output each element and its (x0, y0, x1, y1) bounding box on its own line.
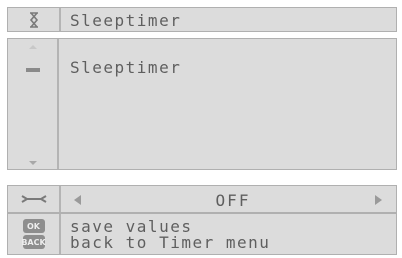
wrench-icon (20, 195, 47, 203)
clock-icon (29, 11, 38, 28)
back-help-text: back to Timer menu (70, 233, 271, 252)
scroll-up-icon[interactable] (28, 45, 37, 49)
ok-key-badge: OK (22, 219, 45, 233)
title-bar: Sleeptimer (7, 7, 397, 32)
window-title: Sleeptimer (70, 11, 182, 30)
content-heading: Sleeptimer (70, 58, 182, 77)
title-icon-cell (8, 8, 61, 31)
scroll-thumb[interactable] (25, 68, 40, 72)
option-selector[interactable]: OFF (7, 185, 397, 213)
option-value: OFF (215, 191, 251, 210)
arrow-right-icon[interactable] (375, 195, 382, 205)
option-icon-cell (8, 186, 61, 212)
scroll-down-icon[interactable] (28, 161, 37, 165)
back-key-badge: BACK (21, 235, 46, 249)
help-panel: OK BACK save values back to Timer menu (7, 213, 397, 255)
scrollbar[interactable] (8, 39, 59, 169)
content-panel: Sleeptimer (7, 38, 397, 170)
key-badges: OK BACK (8, 214, 61, 254)
